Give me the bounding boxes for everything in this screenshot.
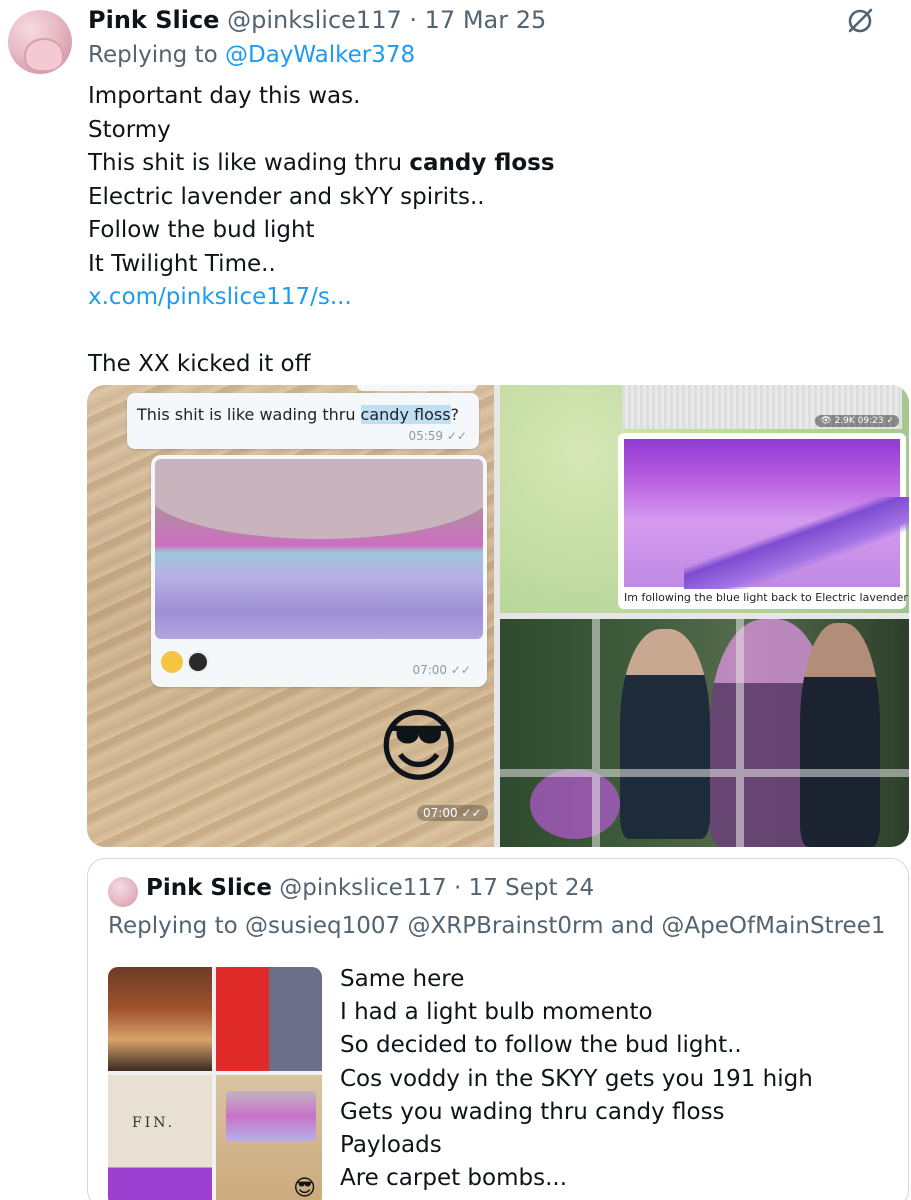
tweet-date[interactable]: 17 Mar 25	[425, 6, 547, 34]
purple-road-photo	[624, 439, 909, 589]
quoted-author-avatar	[108, 877, 138, 907]
sunglasses-emoji-sticker: 😎	[377, 700, 461, 793]
reactions	[161, 651, 217, 675]
quoted-tweet[interactable]: Pink Slice @pinkslice117 · 17 Sept 24 Re…	[87, 858, 909, 1200]
chat-thumb-photo	[226, 1091, 316, 1141]
tweet-line: Electric lavender and skYY spirits..	[88, 183, 485, 210]
quoted-author-handle: @pinkslice117	[279, 875, 447, 901]
quoted-tweet-header: Pink Slice @pinkslice117 · 17 Sept 24	[146, 875, 594, 901]
chat-text-prefix: This shit is like wading thru	[137, 405, 361, 424]
quoted-line: Gets you wading thru candy floss	[340, 1098, 725, 1125]
chat-text-highlight: candy floss	[360, 405, 451, 424]
image-bubble: Im following the blue light back to Elec…	[618, 433, 909, 609]
chat-bubble-fragment	[357, 385, 477, 391]
tweet-link[interactable]: x.com/pinkslice117/s...	[88, 281, 555, 315]
quoted-line: Payloads	[340, 1131, 442, 1158]
chat-bubble-text: This shit is like wading thru candy flos…	[137, 405, 459, 424]
tweet-bold-text: candy floss	[409, 150, 555, 176]
fin-thumb: FIN.	[108, 1075, 212, 1200]
tweet-line: Follow the bud light	[88, 217, 315, 243]
clap-reaction-icon	[161, 651, 183, 673]
author-handle[interactable]: @pinkslice117	[227, 6, 402, 34]
separator-dot: ·	[409, 6, 418, 34]
sunglasses-emoji-thumb: 😎	[293, 1176, 316, 1200]
tweet-text: Important day this was. Stormy This shit…	[88, 80, 555, 382]
window-frame	[500, 619, 909, 847]
chat-bubble: This shit is like wading thru candy flos…	[127, 393, 479, 449]
quoted-media-thumbnail: FIN. 😎	[108, 967, 322, 1200]
tweet-header: Pink Slice @pinkslice117 · 17 Mar 25	[88, 6, 546, 34]
quoted-line: Are carpet bombs...	[340, 1165, 568, 1192]
quoted-replying-to: Replying to @susieq1007 @XRPBrainst0rm a…	[108, 913, 886, 939]
quoted-tweet-text: Same here I had a light bulb momento So …	[340, 963, 813, 1195]
author-avatar[interactable]	[8, 10, 72, 74]
tweet-line: Stormy	[88, 116, 171, 143]
quoted-line: So decided to follow the bud light..	[340, 1032, 742, 1059]
media-image-window-photo[interactable]	[500, 619, 909, 847]
media-image-blue-light[interactable]: 👁 2.9K 09:23 ✓ Im following the blue lig…	[500, 385, 909, 613]
separator-dot: ·	[453, 875, 462, 901]
tweet-line: It Twilight Time..	[88, 250, 276, 277]
quoted-line: Cos voddy in the SKYY gets you 191 high	[340, 1065, 813, 1092]
tweet-line: The XX kicked it off	[88, 351, 311, 377]
lavender-field-photo	[155, 459, 483, 639]
media-grid: This shit is like wading thru candy flos…	[87, 385, 909, 847]
tweet-line: Important day this was.	[88, 83, 361, 109]
author-name[interactable]: Pink Slice	[88, 6, 219, 34]
photo-bubble-time: 07:00 ✓✓	[412, 663, 471, 677]
grok-icon[interactable]	[845, 6, 875, 36]
fin-text: FIN.	[132, 1115, 176, 1131]
tweet-line: This shit is like wading thru candy flos…	[88, 147, 555, 181]
media-image-chat-screenshot[interactable]: This shit is like wading thru candy flos…	[87, 385, 494, 847]
quoted-author-name: Pink Slice	[146, 875, 272, 901]
quoted-tweet-date: 17 Sept 24	[468, 875, 595, 901]
chat-text-suffix: ?	[450, 405, 460, 424]
photo-bubble: 07:00 ✓✓	[151, 455, 487, 687]
image-caption: Im following the blue light back to Elec…	[624, 591, 908, 604]
sticker-time: 07:00 ✓✓	[417, 805, 488, 821]
chat-bubble-time: 05:59 ✓✓	[408, 429, 467, 443]
chat-thumb: 😎	[216, 1075, 322, 1200]
tweet-line-text: This shit is like wading thru	[88, 150, 410, 176]
replying-to: Replying to @DayWalker378	[88, 42, 415, 68]
avatar-reaction-icon	[187, 651, 209, 673]
bar-shelf-thumb	[108, 967, 212, 1071]
quoted-line: Same here	[340, 966, 465, 992]
balloon-thumb	[216, 967, 322, 1071]
views-badge: 👁 2.9K 09:23 ✓	[815, 415, 899, 427]
quoted-line: I had a light bulb momento	[340, 999, 653, 1026]
replying-mention[interactable]: @DayWalker378	[225, 42, 415, 68]
replying-prefix: Replying to	[88, 42, 218, 68]
